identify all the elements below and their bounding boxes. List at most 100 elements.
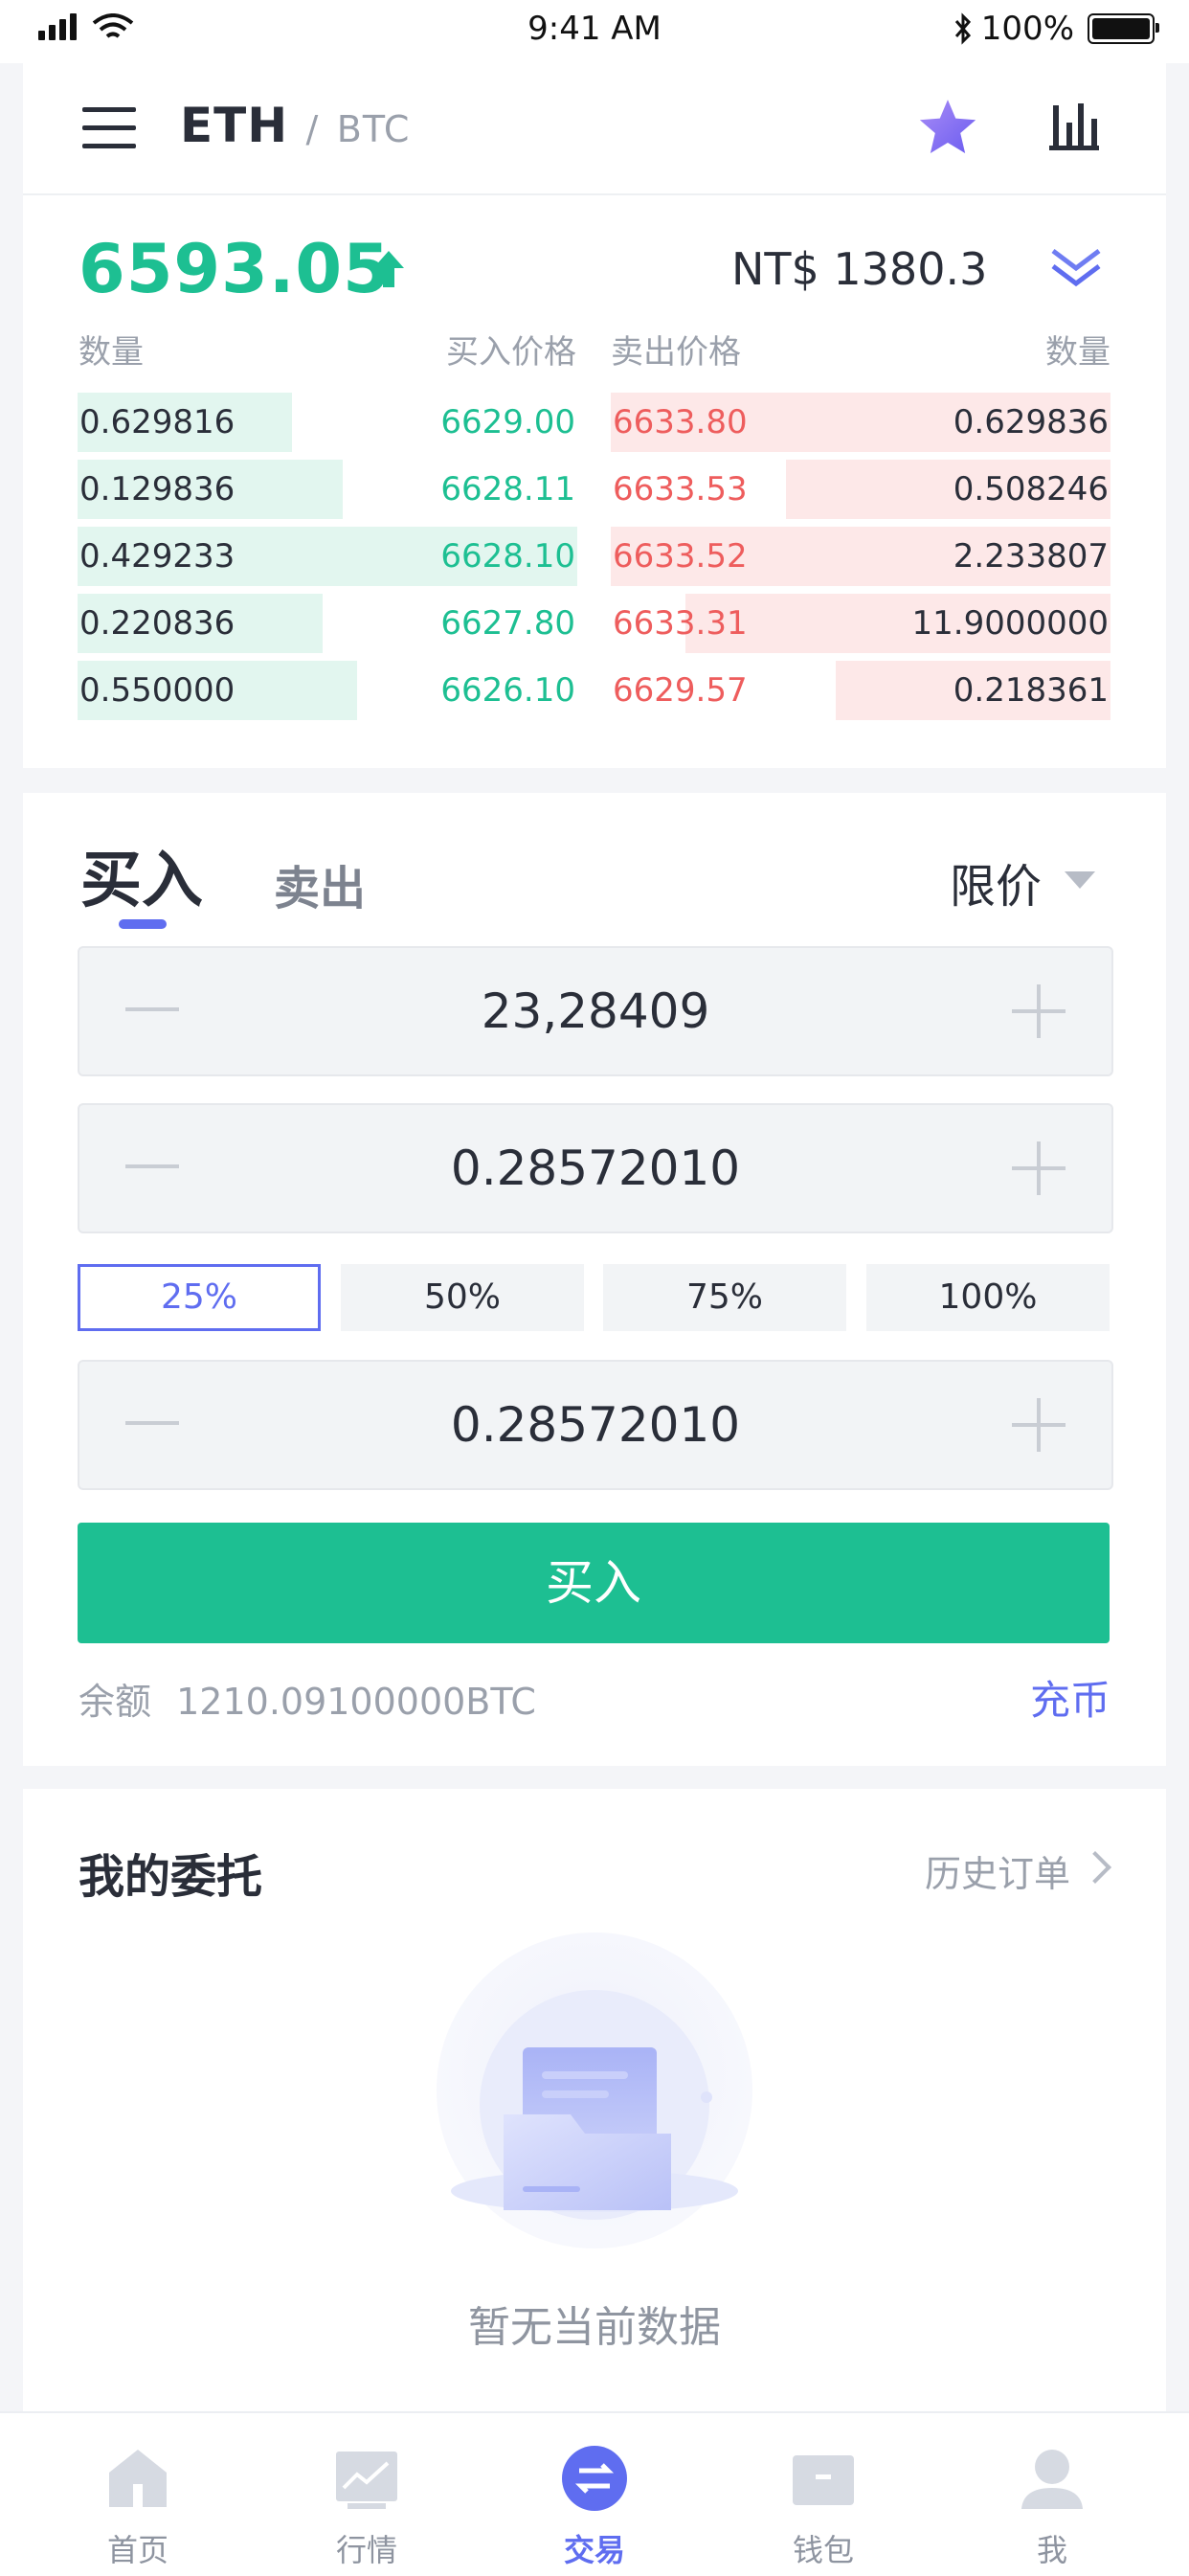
tab-sell[interactable]: 卖出 [274,850,366,917]
ask-row[interactable]: 6633.31 11.9000000 [611,594,1110,653]
expand-chevron-icon[interactable] [1047,245,1105,291]
tab-buy[interactable]: 买入 [80,831,203,919]
bid-row[interactable]: 0.629816 6629.00 [78,393,577,452]
tab-trade[interactable]: 交易 [476,2413,713,2576]
ask-qty-header: 数量 [1045,333,1110,372]
bid-row[interactable]: 0.550000 6626.10 [78,661,577,720]
plus-icon[interactable] [1012,1398,1066,1452]
wallet-icon [793,2455,854,2505]
ask-row[interactable]: 6633.80 0.629836 [611,393,1110,452]
percent-50-button[interactable]: 50% [341,1264,584,1331]
bid-price: 6629.00 [440,403,575,441]
ask-price: 6629.57 [613,671,748,710]
chevron-right-icon[interactable] [1079,1851,1111,1884]
menu-icon[interactable] [82,107,136,149]
empty-folder-illustration [437,1932,752,2248]
orderbook-panel: 6593.05 NT$ 1380.3 数量 买入价格 卖出价格 数量 0.629… [23,195,1166,768]
favorite-star-icon[interactable] [915,96,980,159]
ask-qty: 2.233807 [953,537,1109,576]
percent-100-button[interactable]: 100% [866,1264,1110,1331]
orders-title: 我的委托 [79,1850,263,1904]
trading-pair[interactable]: ETH / BTC [180,98,410,153]
bid-price-header: 买入价格 [446,333,576,372]
trade-form: 买入 卖出 限价 23,28409 0.28572010 25% 50% 75%… [23,793,1166,1766]
balance-label: 余额 [79,1681,152,1723]
minus-icon[interactable] [125,1007,179,1011]
price-stepper[interactable]: 23,28409 [78,946,1113,1076]
ask-qty: 0.218361 [953,671,1109,710]
tab-wallet[interactable]: 钱包 [705,2413,942,2576]
kline-chart-icon[interactable] [1047,98,1101,151]
minus-icon[interactable] [125,1421,179,1425]
bid-price: 6628.10 [440,537,575,576]
tab-market[interactable]: 行情 [248,2413,485,2576]
balance-value: 1210.09100000BTC [176,1681,536,1723]
bid-qty: 0.629816 [79,403,236,441]
ask-price-header: 卖出价格 [611,333,741,372]
bid-qty: 0.220836 [79,604,236,643]
bid-row[interactable]: 0.220836 6627.80 [78,594,577,653]
bid-price: 6626.10 [440,671,575,710]
ask-price: 6633.80 [613,403,748,441]
exchange-icon [562,2446,627,2511]
ask-qty: 0.508246 [953,470,1109,508]
tab-label: 钱包 [792,2532,854,2568]
price-up-arrow-icon [373,251,404,287]
last-price: 6593.05 [79,230,391,308]
price-input[interactable]: 23,28409 [223,948,968,1074]
tab-label: 我 [1036,2532,1067,2568]
bid-row[interactable]: 0.129836 6628.11 [78,460,577,519]
status-bar: 9:41 AM 100% [0,0,1189,63]
bluetooth-icon [954,12,971,45]
percent-25-button[interactable]: 25% [78,1264,321,1331]
amount-stepper[interactable]: 0.28572010 [78,1103,1113,1233]
empty-state-text: 暂无当前数据 [468,2303,721,2352]
tab-label: 首页 [106,2532,168,2568]
tab-home[interactable]: 首页 [19,2413,257,2576]
profile-icon [1021,2450,1083,2509]
bid-row[interactable]: 0.429233 6628.10 [78,527,577,586]
history-orders-link[interactable]: 历史订单 [925,1844,1070,1897]
ask-qty: 0.629836 [953,403,1109,441]
ask-price: 6633.53 [613,470,748,508]
deposit-link[interactable]: 充币 [1030,1668,1110,1727]
base-symbol: ETH [180,98,289,153]
tab-active-indicator [119,919,167,929]
ask-row[interactable]: 6633.53 0.508246 [611,460,1110,519]
battery-icon [1088,13,1159,44]
tab-profile[interactable]: 我 [933,2413,1171,2576]
ask-price: 6633.31 [613,604,748,643]
fiat-price: NT$ 1380.3 [731,243,988,295]
my-orders-panel: 我的委托 历史订单 暂无当前数据 [23,1789,1166,2411]
bottom-tab-bar: 首页 行情 交易 钱包 我 [0,2411,1189,2576]
quote-symbol: BTC [336,108,411,150]
bid-price: 6628.11 [440,470,575,508]
battery-percent: 100% [980,10,1074,48]
ask-qty: 11.9000000 [911,604,1110,643]
tab-label: 行情 [335,2532,397,2568]
ask-row[interactable]: 6633.52 2.233807 [611,527,1110,586]
home-icon [109,2450,167,2507]
buy-submit-button[interactable]: 买入 [78,1523,1110,1643]
total-stepper[interactable]: 0.28572010 [78,1360,1113,1490]
status-right: 100% [953,10,1159,48]
bid-qty: 0.550000 [79,671,236,710]
plus-icon[interactable] [1012,984,1066,1038]
ask-row[interactable]: 6629.57 0.218361 [611,661,1110,720]
bid-qty: 0.129836 [79,470,236,508]
order-type-select[interactable]: 限价 [950,848,1042,915]
total-input[interactable]: 0.28572010 [223,1362,968,1488]
caret-down-icon[interactable] [1065,871,1095,889]
ask-price: 6633.52 [613,537,748,576]
amount-input[interactable]: 0.28572010 [223,1105,968,1232]
bid-qty: 0.429233 [79,537,236,576]
header: ETH / BTC [23,63,1166,195]
tab-label: 交易 [563,2532,625,2568]
balance-row: 余额 1210.09100000BTC [79,1672,536,1725]
market-chart-icon [336,2452,397,2509]
minus-icon[interactable] [125,1164,179,1168]
plus-icon[interactable] [1012,1141,1066,1195]
bid-qty-header: 数量 [79,333,144,372]
percent-75-button[interactable]: 75% [603,1264,846,1331]
pair-separator: / [305,108,320,150]
